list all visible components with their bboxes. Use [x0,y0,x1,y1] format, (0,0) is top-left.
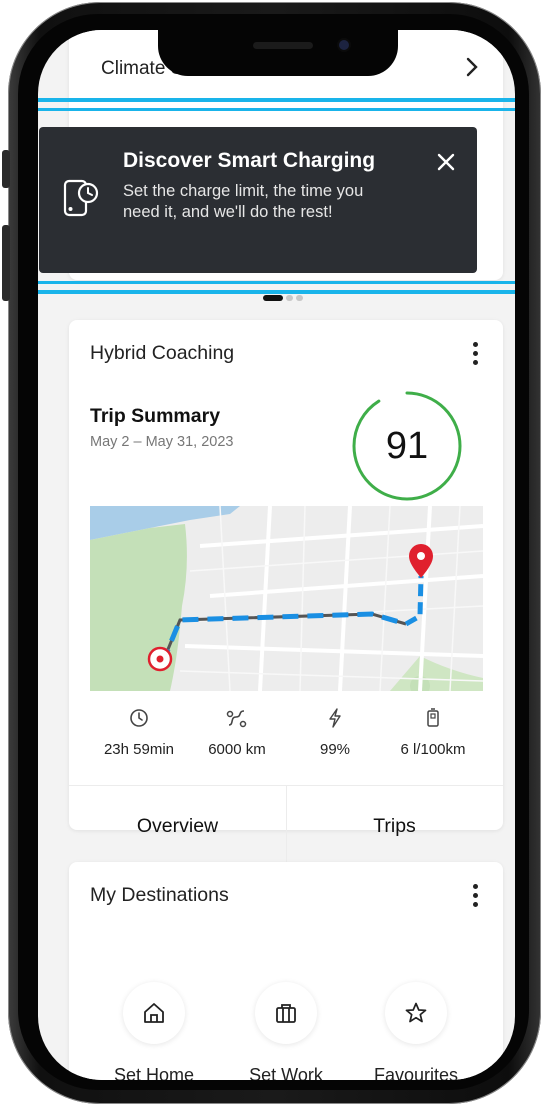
hybrid-coaching-card: Hybrid Coaching Trip Summary May 2 – May… [69,320,503,866]
lightning-icon [329,708,341,728]
set-work-button[interactable] [255,982,317,1044]
fuel-icon [427,708,439,727]
overview-button[interactable]: Overview [69,786,286,866]
notch [158,30,398,76]
stat-distance: 6000 km [188,708,286,758]
trip-summary-title: Trip Summary [90,405,221,427]
stat-electric-value: 99% [319,741,351,758]
trip-map[interactable] [90,506,483,691]
front-camera [339,40,349,50]
speaker [253,42,313,49]
stat-electric: 99% [286,708,384,758]
card-title: My Destinations [90,884,229,906]
briefcase-icon [276,1004,296,1023]
banner-title: Discover Smart Charging [123,149,376,172]
mute-switch [2,150,10,188]
smart-charging-banner[interactable]: Discover Smart Charging Set the charge l… [39,127,477,273]
carousel-dot[interactable] [286,294,293,301]
clock-icon [130,709,148,727]
set-work-label[interactable]: Set Work [226,1065,346,1080]
banner-description: Set the charge limit, the time you need … [123,182,364,221]
route-icon [226,710,247,728]
app-screen: Climate Schedule Discover Smart Charging… [38,30,515,1080]
trips-button[interactable]: Trips [286,786,503,866]
stat-duration-value: 23h 59min [103,741,175,758]
favourites-label[interactable]: Favourites [356,1065,476,1080]
trip-date-range: May 2 – May 31, 2023 [90,434,234,450]
score-gauge: 91 [349,388,465,504]
carousel-dot-active[interactable] [263,294,283,301]
chevron-right-icon[interactable] [465,56,479,84]
stat-distance-value: 6000 km [208,741,266,758]
charging-schedule-icon [61,173,101,223]
score-value: 91 [385,425,429,467]
carousel-dot[interactable] [296,294,303,301]
carousel-indicator[interactable] [263,289,306,301]
more-options-icon[interactable] [473,342,479,368]
star-icon [405,1002,427,1023]
more-options-icon[interactable] [473,884,479,910]
trip-stats: 23h 59min 6000 km 99% 6 l/100km [90,708,483,768]
set-home-label[interactable]: Set Home [94,1065,214,1080]
volume-up-button [2,225,10,301]
favourites-button[interactable] [385,982,447,1044]
my-destinations-card: My Destinations Set Home Set Work Favour… [69,862,503,1080]
stat-duration: 23h 59min [90,708,188,758]
stat-fuel-value: 6 l/100km [400,741,466,758]
card-title: Hybrid Coaching [90,342,235,364]
stat-fuel: 6 l/100km [384,708,482,758]
close-icon[interactable] [435,151,457,173]
set-home-button[interactable] [123,982,185,1044]
home-icon [144,1003,164,1023]
